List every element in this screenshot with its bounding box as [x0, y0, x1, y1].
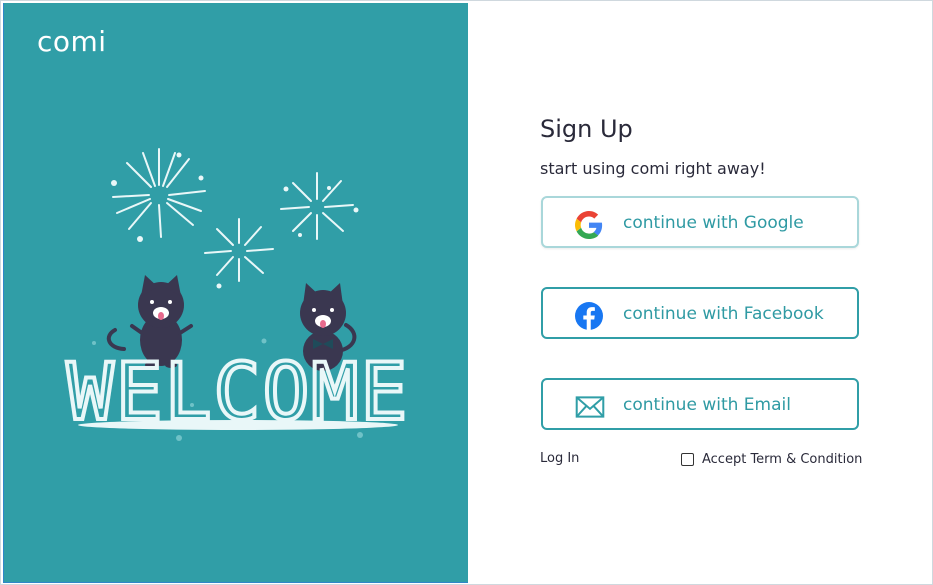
google-icon [575, 211, 603, 239]
login-link[interactable]: Log In [540, 451, 579, 466]
email-signup-button[interactable]: continue with Email [541, 378, 859, 430]
facebook-signup-label: continue with Facebook [623, 304, 824, 324]
page-subtitle: start using comi right away! [540, 159, 766, 178]
welcome-illustration: WELCOME [65, 148, 409, 441]
page-title: Sign Up [540, 115, 633, 143]
facebook-icon [575, 302, 603, 330]
accept-terms-label: Accept Term & Condition [702, 452, 863, 467]
ground-line [78, 420, 398, 430]
sparkle-icon [111, 152, 359, 289]
signup-panel: Sign Up start using comi right away! con… [468, 3, 932, 583]
app-window: comi WELCOME Sign Up start using comi ri… [0, 0, 933, 585]
welcome-panel: comi WELCOME [3, 3, 468, 583]
firework-icon [112, 148, 354, 282]
google-signup-button[interactable]: continue with Google [541, 196, 859, 248]
google-signup-label: continue with Google [623, 213, 804, 233]
email-signup-label: continue with Email [623, 395, 791, 415]
facebook-signup-button[interactable]: continue with Facebook [541, 287, 859, 339]
accept-terms-checkbox[interactable] [681, 453, 694, 466]
envelope-icon [575, 396, 605, 418]
accept-terms[interactable]: Accept Term & Condition [681, 452, 862, 467]
